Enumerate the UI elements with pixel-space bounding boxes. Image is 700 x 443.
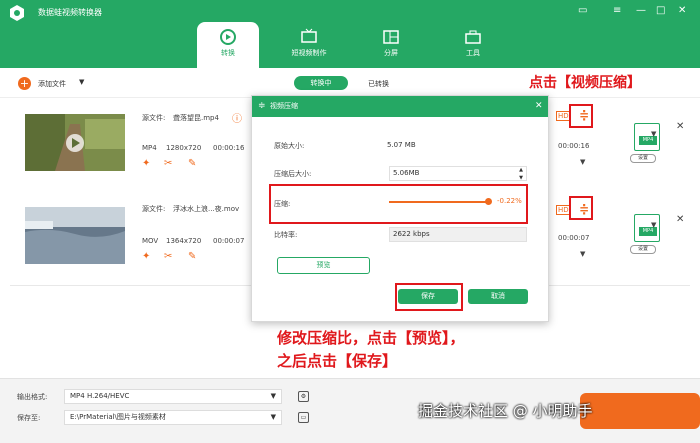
chevron-down-icon: ▼ xyxy=(270,392,276,400)
save-highlight xyxy=(395,283,463,311)
delete-icon[interactable]: ✕ xyxy=(676,214,684,225)
app-title: 数据蛙视频转换器 xyxy=(38,8,102,17)
split-screen-icon xyxy=(383,30,399,44)
tab-convert[interactable]: 转换 xyxy=(197,22,259,68)
menu-icon[interactable]: ≡ xyxy=(613,4,621,18)
toolbox-icon xyxy=(465,30,481,44)
save-path-select[interactable]: E:\PrMaterial\图片与视频素材 ▼ xyxy=(64,410,282,425)
video-thumbnail[interactable] xyxy=(25,114,125,171)
magic-wand-icon[interactable]: ✦ xyxy=(142,251,150,262)
convert-icon xyxy=(220,29,236,45)
compress-icon-highlight xyxy=(569,196,593,220)
dialog-title: 视频压缩 xyxy=(270,102,298,110)
annotation-instruction: 之后点击【保存】 xyxy=(277,352,398,370)
chevron-down-icon[interactable]: ▼ xyxy=(580,158,585,166)
bitrate-field: 2622 kbps xyxy=(389,227,527,242)
chevron-down-icon: ▼ xyxy=(270,413,276,421)
tab-converted[interactable]: 已转换 xyxy=(368,79,389,89)
stepper-icon[interactable]: ▲ ▼ xyxy=(519,166,523,182)
add-file-icon[interactable]: + xyxy=(18,77,31,90)
compressed-size-input[interactable]: 5.06MB ▲ ▼ xyxy=(389,166,527,181)
compress-icon: ≑ xyxy=(258,101,266,111)
watermark: 掘金技术社区 @ 小明助手 xyxy=(418,402,593,420)
file-name: 聋落望昆.mp4 xyxy=(173,114,219,122)
tab-converting[interactable]: 转换中 xyxy=(294,76,348,90)
scissors-icon[interactable]: ✂ xyxy=(164,158,172,169)
cancel-button[interactable]: 取消 xyxy=(468,289,528,304)
annotation-instruction: 修改压缩比，点击【预览】， xyxy=(277,329,465,347)
format-settings-icon[interactable]: ⚙ xyxy=(298,391,309,402)
feedback-icon[interactable]: ▭ xyxy=(578,4,587,18)
chevron-down-icon[interactable]: ▼ xyxy=(651,130,656,138)
file-name: 浮冰水上浪...夜.mov xyxy=(173,205,240,213)
dialog-header: ≑ 视频压缩 ✕ xyxy=(252,96,548,117)
compress-icon-highlight xyxy=(569,104,593,128)
chevron-down-icon[interactable]: ▼ xyxy=(580,250,585,258)
chevron-down-icon[interactable]: ▼ xyxy=(651,221,656,229)
original-size-value: 5.07 MB xyxy=(387,141,416,149)
preview-button[interactable]: 预览 xyxy=(277,257,370,274)
app-logo-icon xyxy=(10,5,24,21)
delete-icon[interactable]: ✕ xyxy=(676,121,684,132)
magic-wand-icon[interactable]: ✦ xyxy=(142,158,150,169)
settings-button[interactable]: 设置 xyxy=(630,245,656,254)
edit-icon[interactable]: ✎ xyxy=(188,251,196,262)
tab-split-screen[interactable]: 分屏 xyxy=(360,22,422,68)
scissors-icon[interactable]: ✂ xyxy=(164,251,172,262)
add-file-button[interactable]: 添加文件 xyxy=(38,79,66,89)
convert-all-button[interactable] xyxy=(580,393,700,429)
info-icon[interactable]: ⓘ xyxy=(232,110,242,125)
video-thumbnail[interactable] xyxy=(25,207,125,264)
close-icon[interactable]: ✕ xyxy=(535,96,543,117)
title-bar: 数据蛙视频转换器 ▭ ≡ — □ ✕ 转换 短视频制作 分屏 工具 xyxy=(0,0,700,68)
minimize-icon[interactable]: — xyxy=(636,4,646,18)
slider-highlight xyxy=(269,184,528,224)
close-icon[interactable]: ✕ xyxy=(678,4,686,18)
tab-short-video[interactable]: 短视频制作 xyxy=(278,22,340,68)
tab-tools[interactable]: 工具 xyxy=(442,22,504,68)
edit-icon[interactable]: ✎ xyxy=(188,158,196,169)
tv-icon xyxy=(301,28,317,43)
chevron-down-icon[interactable]: ▼ xyxy=(79,78,84,86)
annotation-click-compress: 点击【视频压缩】 xyxy=(529,75,641,91)
settings-button[interactable]: 设置 xyxy=(630,154,656,163)
folder-icon[interactable]: ▭ xyxy=(298,412,309,423)
maximize-icon[interactable]: □ xyxy=(656,4,665,18)
output-format-select[interactable]: MP4 H.264/HEVC ▼ xyxy=(64,389,282,404)
